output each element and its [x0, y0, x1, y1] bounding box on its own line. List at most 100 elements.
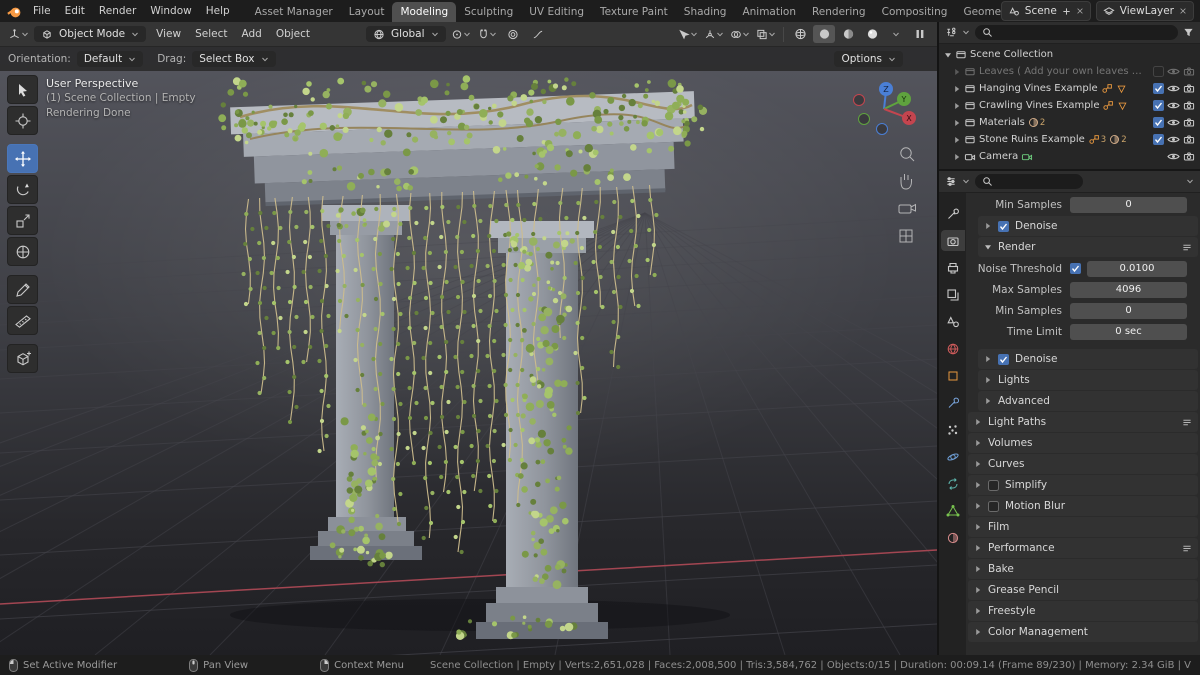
render-visibility-toggle[interactable]	[1183, 100, 1195, 111]
panel-film[interactable]: Film	[968, 517, 1198, 537]
menu-file[interactable]: File	[26, 4, 58, 18]
panel-checkbox[interactable]	[988, 480, 999, 491]
hide-eye-toggle[interactable]	[1167, 100, 1180, 111]
shading-dropdown[interactable]	[885, 25, 907, 43]
object-types-visibility-button[interactable]	[676, 25, 700, 43]
workspace-tab-modeling[interactable]: Modeling	[392, 2, 456, 22]
workspace-tab-uv-editing[interactable]: UV Editing	[521, 2, 592, 22]
shading-solid-icon[interactable]	[813, 25, 835, 43]
field-time-limit[interactable]: 0 sec	[1070, 324, 1187, 340]
panel-bake[interactable]: Bake	[968, 559, 1198, 579]
workspace-tab-rendering[interactable]: Rendering	[804, 2, 874, 22]
panel-color-management[interactable]: Color Management	[968, 622, 1198, 642]
remove-viewlayer-icon[interactable]	[1179, 7, 1187, 15]
add-cube-tool[interactable]	[7, 344, 38, 373]
outliner-row[interactable]: Camera	[939, 148, 1200, 165]
tweak-select-tool[interactable]	[7, 75, 38, 104]
workspace-tab-sculpting[interactable]: Sculpting	[456, 2, 521, 22]
field-min-samples[interactable]: 0	[1070, 197, 1187, 213]
panel-light-paths[interactable]: Light Paths	[968, 412, 1198, 432]
scene-selector[interactable]: Scene	[1001, 1, 1091, 21]
workspace-tab-animation[interactable]: Animation	[734, 2, 804, 22]
falloff-button[interactable]	[527, 25, 549, 43]
filter-icon[interactable]	[1183, 27, 1194, 38]
properties-search[interactable]	[975, 174, 1083, 189]
exclude-checkbox[interactable]	[1153, 100, 1164, 111]
properties-tab-world[interactable]	[941, 338, 965, 359]
disclosure-triangle-icon[interactable]	[953, 102, 961, 110]
proportional-editing-button[interactable]	[502, 25, 524, 43]
properties-tab-render[interactable]	[941, 230, 965, 251]
show-gizmos-button[interactable]	[702, 25, 726, 43]
measure-tool[interactable]	[7, 306, 38, 335]
annotate-tool[interactable]	[7, 275, 38, 304]
shading-rendered-icon[interactable]	[861, 25, 883, 43]
hide-eye-toggle[interactable]	[1167, 83, 1180, 94]
orientation-setting-dropdown[interactable]: Default	[77, 51, 143, 67]
outliner-search-input[interactable]	[997, 26, 1171, 39]
hide-eye-toggle[interactable]	[1167, 134, 1180, 145]
menu-help[interactable]: Help	[199, 4, 237, 18]
move-tool[interactable]	[7, 144, 38, 173]
field-max-samples[interactable]: 4096	[1070, 282, 1187, 298]
outliner-row[interactable]: Crawling Vines Example	[939, 97, 1200, 114]
properties-tab-material[interactable]	[941, 527, 965, 548]
panel-freestyle[interactable]: Freestyle	[968, 601, 1198, 621]
pause-render-icon[interactable]	[909, 25, 931, 43]
render-visibility-toggle[interactable]	[1183, 83, 1195, 94]
cursor-tool[interactable]	[7, 106, 38, 135]
viewport-menu-object[interactable]: Object	[269, 26, 317, 42]
hide-eye-toggle[interactable]	[1167, 117, 1180, 128]
viewlayer-selector[interactable]: ViewLayer	[1096, 1, 1194, 21]
hide-eye-toggle[interactable]	[1167, 151, 1180, 162]
properties-tab-physics[interactable]	[941, 446, 965, 467]
rotate-tool[interactable]	[7, 175, 38, 204]
panel-menu-icon[interactable]	[1182, 243, 1192, 252]
properties-search-input[interactable]	[997, 175, 1076, 188]
outliner-row[interactable]: Hanging Vines Example	[939, 80, 1200, 97]
transform-orientation-dropdown[interactable]: Global	[366, 26, 446, 42]
panel-menu-icon[interactable]	[1182, 544, 1192, 553]
panel-checkbox[interactable]	[998, 221, 1009, 232]
panel-volumes[interactable]: Volumes	[968, 433, 1198, 453]
properties-tab-object-data[interactable]	[941, 500, 965, 521]
unlink-scene-icon[interactable]	[1076, 7, 1084, 15]
shading-material-icon[interactable]	[837, 25, 859, 43]
disclosure-triangle-icon[interactable]	[953, 119, 961, 127]
editor-type-button[interactable]	[6, 25, 31, 43]
menu-render[interactable]: Render	[92, 4, 143, 18]
render-visibility-toggle[interactable]	[1183, 66, 1195, 77]
panel-checkbox[interactable]	[998, 354, 1009, 365]
disclosure-triangle-icon[interactable]	[953, 136, 961, 144]
disclosure-triangle-icon[interactable]	[953, 68, 961, 76]
property-checkbox[interactable]	[1070, 263, 1081, 274]
chevron-down-icon[interactable]	[962, 29, 970, 36]
viewport-menu-add[interactable]: Add	[234, 26, 268, 42]
toggle-xray-button[interactable]	[754, 25, 778, 43]
panel-curves[interactable]: Curves	[968, 454, 1198, 474]
outliner-search[interactable]	[975, 25, 1178, 40]
shading-wireframe-icon[interactable]	[789, 25, 811, 43]
workspace-tab-geometry-nodes[interactable]: Geometry Nodes	[955, 2, 1000, 22]
exclude-checkbox[interactable]	[1153, 117, 1164, 128]
options-dropdown[interactable]: Options	[834, 51, 903, 67]
render-visibility-toggle[interactable]	[1183, 117, 1195, 128]
panel-render[interactable]: Render	[978, 237, 1198, 257]
menu-window[interactable]: Window	[143, 4, 198, 18]
viewport-menu-select[interactable]: Select	[188, 26, 234, 42]
panel-simplify[interactable]: Simplify	[968, 475, 1198, 495]
outliner-editor-icon[interactable]	[945, 27, 957, 38]
workspace-tab-shading[interactable]: Shading	[676, 2, 735, 22]
properties-tab-view-layer[interactable]	[941, 284, 965, 305]
panel-denoise[interactable]: Denoise	[978, 216, 1198, 236]
panel-denoise[interactable]: Denoise	[978, 349, 1198, 369]
properties-tab-modifiers[interactable]	[941, 392, 965, 413]
properties-tab-scene[interactable]	[941, 311, 965, 332]
panel-lights[interactable]: Lights	[978, 370, 1198, 390]
viewport-menu-view[interactable]: View	[149, 26, 188, 42]
field-noise-threshold[interactable]: 0.0100	[1087, 261, 1187, 277]
outliner-row[interactable]: Materials2	[939, 114, 1200, 131]
properties-tab-constraints[interactable]	[941, 473, 965, 494]
workspace-tab-asset-manager[interactable]: Asset Manager	[247, 2, 341, 22]
properties-tab-tool[interactable]	[941, 203, 965, 224]
